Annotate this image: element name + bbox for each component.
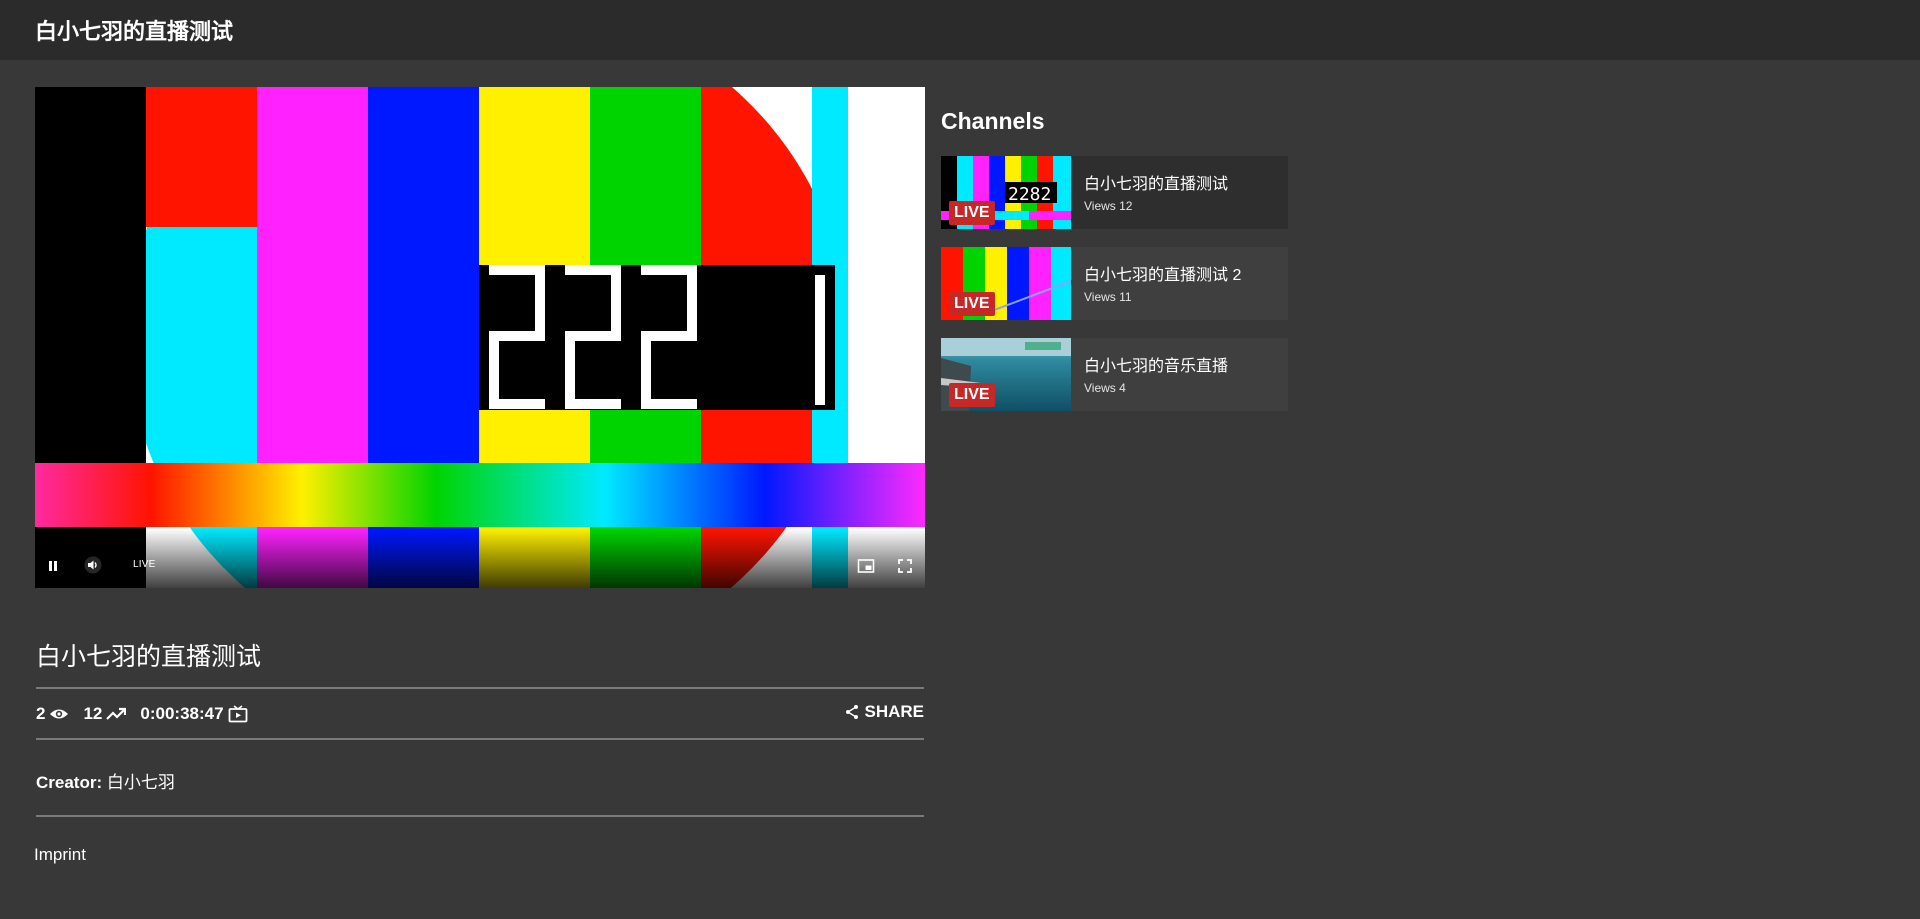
divider bbox=[36, 815, 924, 817]
total-views-stat: 12 bbox=[83, 704, 127, 724]
creator-name: 白小七羽 bbox=[106, 773, 175, 792]
channel-item[interactable]: 2282 LIVE 白小七羽的直播测试 Views 12 bbox=[941, 156, 1288, 229]
pause-button[interactable] bbox=[45, 558, 61, 574]
channel-item[interactable]: LIVE 白小七羽的直播测试 2 Views 11 bbox=[941, 247, 1288, 320]
live-tv-icon bbox=[228, 705, 247, 723]
stream-stats: 2 12 0:00:38:47 SHARE bbox=[36, 702, 924, 726]
picture-in-picture-button[interactable] bbox=[857, 558, 875, 574]
trending-up-icon bbox=[106, 707, 127, 720]
picture-in-picture-icon bbox=[857, 559, 875, 573]
channel-views: Views 12 bbox=[1084, 199, 1133, 213]
volume-button[interactable] bbox=[84, 556, 102, 574]
viewers-count: 2 bbox=[36, 704, 46, 723]
viewers-stat: 2 bbox=[36, 704, 69, 724]
channel-thumbnail: LIVE bbox=[941, 338, 1071, 411]
channel-thumbnail: LIVE bbox=[941, 247, 1071, 320]
uptime-value: 0:00:38:47 bbox=[140, 704, 224, 723]
share-label: SHARE bbox=[864, 702, 924, 721]
creator-label: Creator: bbox=[36, 773, 103, 792]
imprint-link[interactable]: Imprint bbox=[34, 845, 86, 865]
player-controls: LIVE bbox=[35, 528, 925, 588]
divider bbox=[36, 687, 924, 689]
test-pattern-video bbox=[35, 87, 925, 588]
channel-views: Views 11 bbox=[1084, 290, 1132, 304]
live-badge: LIVE bbox=[949, 201, 995, 225]
share-icon bbox=[846, 705, 859, 719]
channel-thumbnail: 2282 LIVE bbox=[941, 156, 1071, 229]
channel-title: 白小七羽的音乐直播 bbox=[1084, 358, 1229, 375]
fullscreen-icon bbox=[898, 559, 912, 573]
creator-line: Creator: 白小七羽 bbox=[36, 768, 175, 793]
top-bar: 白小七羽的直播测试 bbox=[0, 0, 1920, 60]
video-player[interactable]: LIVE bbox=[35, 87, 925, 588]
live-badge: LIVE bbox=[949, 383, 995, 407]
uptime-stat: 0:00:38:47 bbox=[140, 704, 247, 724]
channel-title: 白小七羽的直播测试 bbox=[1084, 176, 1229, 193]
divider bbox=[36, 738, 924, 740]
share-button[interactable]: SHARE bbox=[844, 702, 924, 722]
total-views-count: 12 bbox=[83, 704, 103, 723]
site-title[interactable]: 白小七羽的直播测试 bbox=[35, 14, 233, 46]
volume-icon bbox=[84, 556, 102, 574]
channel-views: Views 4 bbox=[1084, 381, 1126, 395]
stream-title: 白小七羽的直播测试 bbox=[36, 643, 262, 671]
live-indicator: LIVE bbox=[133, 559, 156, 570]
channels-heading: Channels bbox=[941, 108, 1045, 134]
channel-item[interactable]: LIVE 白小七羽的音乐直播 Views 4 bbox=[941, 338, 1288, 411]
eye-icon bbox=[50, 709, 69, 719]
live-badge: LIVE bbox=[949, 292, 995, 316]
pause-icon bbox=[49, 561, 57, 571]
fullscreen-button[interactable] bbox=[897, 558, 913, 574]
svg-text:2282: 2282 bbox=[1008, 184, 1051, 205]
channel-title: 白小七羽的直播测试 2 bbox=[1084, 267, 1242, 284]
